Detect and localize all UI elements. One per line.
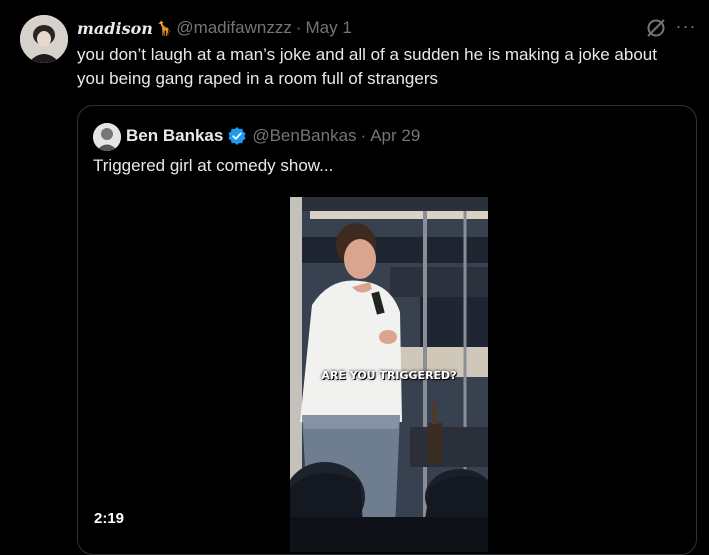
quoted-tweet[interactable]: Ben Bankas @BenBankas · Apr 29 Triggered… [77, 105, 697, 555]
quoted-author-handle[interactable]: @BenBankas [252, 126, 356, 146]
tweet-date[interactable]: May 1 [306, 18, 352, 38]
tweet-text: you don’t laugh at a man’s joke and all … [77, 45, 657, 88]
name-emoji: 🦒 [155, 19, 174, 36]
author-avatar[interactable] [20, 15, 68, 63]
more-options-icon[interactable]: ··· [674, 17, 698, 39]
quoted-tweet-date[interactable]: Apr 29 [370, 126, 420, 146]
quoted-tweet-header: Ben Bankas @BenBankas · Apr 29 [126, 124, 420, 148]
quoted-author-avatar[interactable] [93, 123, 121, 151]
quoted-tweet-text: Triggered girl at comedy show... [93, 156, 334, 175]
video-player[interactable]: ARE YOU TRIGGERED? [290, 197, 488, 552]
tweet-header: madison 🦒 @madifawnzzz · May 1 [77, 17, 639, 39]
author-display-name[interactable]: madison [77, 19, 153, 38]
video-caption: ARE YOU TRIGGERED? [321, 369, 457, 382]
grok-icon[interactable] [645, 17, 667, 39]
separator: · [295, 18, 302, 37]
separator: · [360, 126, 367, 145]
video-duration: 2:19 [94, 510, 125, 527]
quoted-author-display-name[interactable]: Ben Bankas [126, 126, 223, 146]
verified-badge-icon [227, 126, 247, 146]
author-handle[interactable]: @madifawnzzz [176, 18, 292, 38]
